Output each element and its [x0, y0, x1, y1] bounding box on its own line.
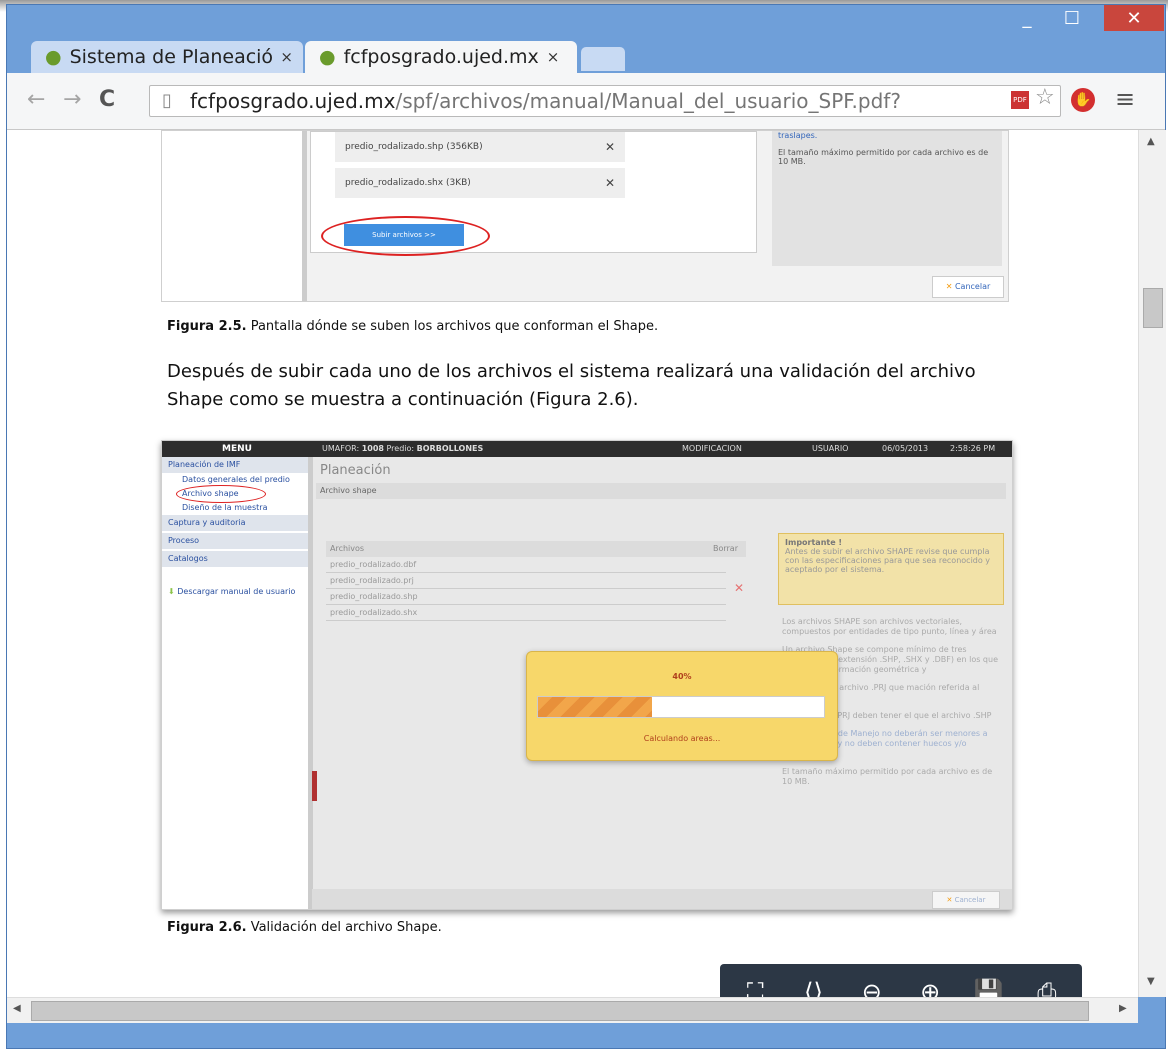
fig25-file-row: predio_rodalizado.shp (356KB) ✕	[335, 132, 625, 162]
fig26-page-title: Planeación	[320, 463, 391, 478]
fig25-file-row: predio_rodalizado.shx (3KB) ✕	[335, 168, 625, 198]
figure-2-6: MENU UMAFOR: 1008 Predio: BORBOLLONES MO…	[161, 440, 1013, 910]
fig26-important-box: Importante ! Antes de subir el archivo S…	[778, 533, 1004, 605]
fig26-menu: Planeación de IMF Datos generales del pr…	[162, 457, 313, 909]
reload-icon[interactable]: C	[99, 87, 115, 112]
save-icon[interactable]: 💾	[968, 972, 1008, 998]
fig26-footer	[312, 889, 1012, 909]
tab-manual[interactable]: ● fcfposgrado.ujed.mx ×	[305, 41, 577, 73]
fig25-cancel-button: ✕ Cancelar	[932, 276, 1004, 298]
close-tab-icon[interactable]: ×	[547, 48, 560, 66]
browser-window: _ ☐ ✕ ● Sistema de Planeació × ● fcfposg…	[6, 4, 1166, 1049]
fig25-left-pane	[162, 131, 307, 301]
fig26-menu-section: Planeación de IMF	[162, 457, 308, 473]
fig26-umafor: UMAFOR: 1008 Predio: BORBOLLONES	[322, 444, 484, 453]
fig26-mode: MODIFICACION	[682, 444, 742, 453]
close-tab-icon[interactable]: ×	[280, 48, 293, 66]
fit-page-icon[interactable]: ⛶	[735, 972, 775, 998]
pdf-viewport[interactable]: predio_rodalizado.shp (356KB) ✕ predio_ro…	[7, 130, 1138, 997]
figure-2-5: predio_rodalizado.shp (356KB) ✕ predio_ro…	[161, 130, 1009, 302]
horizontal-scrollbar[interactable]: ◀ ▶	[7, 997, 1138, 1023]
vertical-scrollbar[interactable]: ▲ ▼	[1138, 130, 1166, 997]
scroll-right-icon[interactable]: ▶	[1119, 1003, 1127, 1014]
url-path: /spf/archivos/manual/Manual_del_usuario_…	[395, 89, 901, 113]
body-paragraph: Después de subir cada uno de los archivo…	[167, 361, 976, 410]
delete-icon: ✕	[734, 581, 745, 595]
fig26-table-row: predio_rodalizado.shp	[326, 589, 726, 605]
back-icon[interactable]: ←	[27, 87, 45, 112]
menu-icon[interactable]: ≡	[1115, 85, 1135, 113]
fig26-menu-header: MENU	[222, 444, 252, 454]
fig26-menu-section: Captura y auditoria	[162, 515, 308, 531]
fig26-cancel-button: ✕ Cancelar	[932, 891, 1000, 909]
print-icon[interactable]: ⎙	[1027, 972, 1067, 998]
fig26-progress-label: 40%	[672, 672, 692, 681]
remove-file-icon: ✕	[604, 176, 615, 190]
fig25-highlight-ellipse	[321, 216, 490, 256]
fig26-date: 06/05/2013	[882, 444, 929, 453]
minimize-button[interactable]: _	[1005, 5, 1049, 31]
remove-file-icon: ✕	[604, 140, 615, 154]
page-icon: ▯	[162, 90, 172, 111]
maximize-button[interactable]: ☐	[1050, 5, 1094, 31]
fig25-upload-panel: predio_rodalizado.shp (356KB) ✕ predio_ro…	[310, 131, 757, 256]
fig26-progress-bar	[537, 696, 825, 718]
fig26-table-row: predio_rodalizado.shx	[326, 605, 726, 621]
address-bar[interactable]: ▯ fcfposgrado.ujed.mx/spf/archivos/manua…	[149, 85, 1061, 117]
fit-width-icon[interactable]: ⟨⟩	[793, 972, 833, 998]
tab-planeacion[interactable]: ● Sistema de Planeació ×	[31, 41, 303, 73]
fig26-table-header: Archivos Borrar	[326, 541, 746, 557]
fig26-file-table: Archivos Borrar predio_rodalizado.dbf pre…	[326, 541, 746, 621]
fig26-user: USUARIO	[812, 444, 849, 453]
fig26-menu-section: Proceso	[162, 533, 308, 549]
scroll-up-icon[interactable]: ▲	[1147, 136, 1155, 147]
tree-favicon-icon: ●	[45, 46, 62, 68]
forward-icon[interactable]: →	[63, 87, 81, 112]
url-host: fcfposgrado.ujed.mx	[190, 89, 396, 113]
pdf-toolbar: ⛶ ⟨⟩ ⊖ ⊕ 💾 ⎙	[720, 964, 1082, 997]
bookmark-star-icon[interactable]: ☆	[1035, 85, 1055, 110]
pdf-icon[interactable]: PDF	[1011, 91, 1029, 109]
fig25-right-panel: traslapes. El tamaño máximo permitido po…	[772, 131, 1002, 266]
fig26-panel-title: Archivo shape	[316, 483, 1006, 499]
tree-favicon-icon: ●	[319, 46, 336, 68]
fig26-progress-status: Calculando areas...	[643, 734, 721, 743]
zoom-in-icon[interactable]: ⊕	[910, 972, 950, 998]
new-tab-button[interactable]	[581, 47, 625, 71]
fig26-progress-fill	[538, 697, 653, 717]
caption-figure-2-6: Figura 2.6. Validación del archivo Shape…	[167, 920, 442, 935]
zoom-out-icon[interactable]: ⊖	[852, 972, 892, 998]
fig26-highlight-ellipse	[176, 485, 266, 503]
toolbar: ← → C ▯ fcfposgrado.ujed.mx/spf/archivos…	[7, 73, 1165, 130]
tab-title: fcfposgrado.ujed.mx	[343, 46, 539, 68]
fig26-menu-section: Catalogos	[162, 551, 308, 567]
scroll-left-icon[interactable]: ◀	[13, 1003, 21, 1014]
fig26-time: 2:58:26 PM	[950, 444, 996, 453]
scroll-thumb[interactable]	[1143, 288, 1163, 328]
fig26-collapse-handle	[312, 771, 317, 801]
fig26-menu-sub: Diseño de la muestra	[182, 503, 268, 512]
fig26-download-manual: ⬇ Descargar manual de usuario	[168, 587, 296, 596]
caption-figure-2-5: Figura 2.5. Pantalla dónde se suben los …	[167, 319, 659, 334]
hscroll-thumb[interactable]	[31, 1001, 1089, 1021]
tab-title: Sistema de Planeació	[69, 46, 273, 68]
close-window-button[interactable]: ✕	[1104, 5, 1164, 31]
fig26-progress-dialog: 40% Calculando areas...	[526, 651, 838, 761]
adblock-icon[interactable]: ✋	[1071, 88, 1095, 112]
scroll-down-icon[interactable]: ▼	[1147, 976, 1155, 987]
fig26-table-row: predio_rodalizado.dbf	[326, 557, 726, 573]
fig26-table-row: predio_rodalizado.prj	[326, 573, 726, 589]
